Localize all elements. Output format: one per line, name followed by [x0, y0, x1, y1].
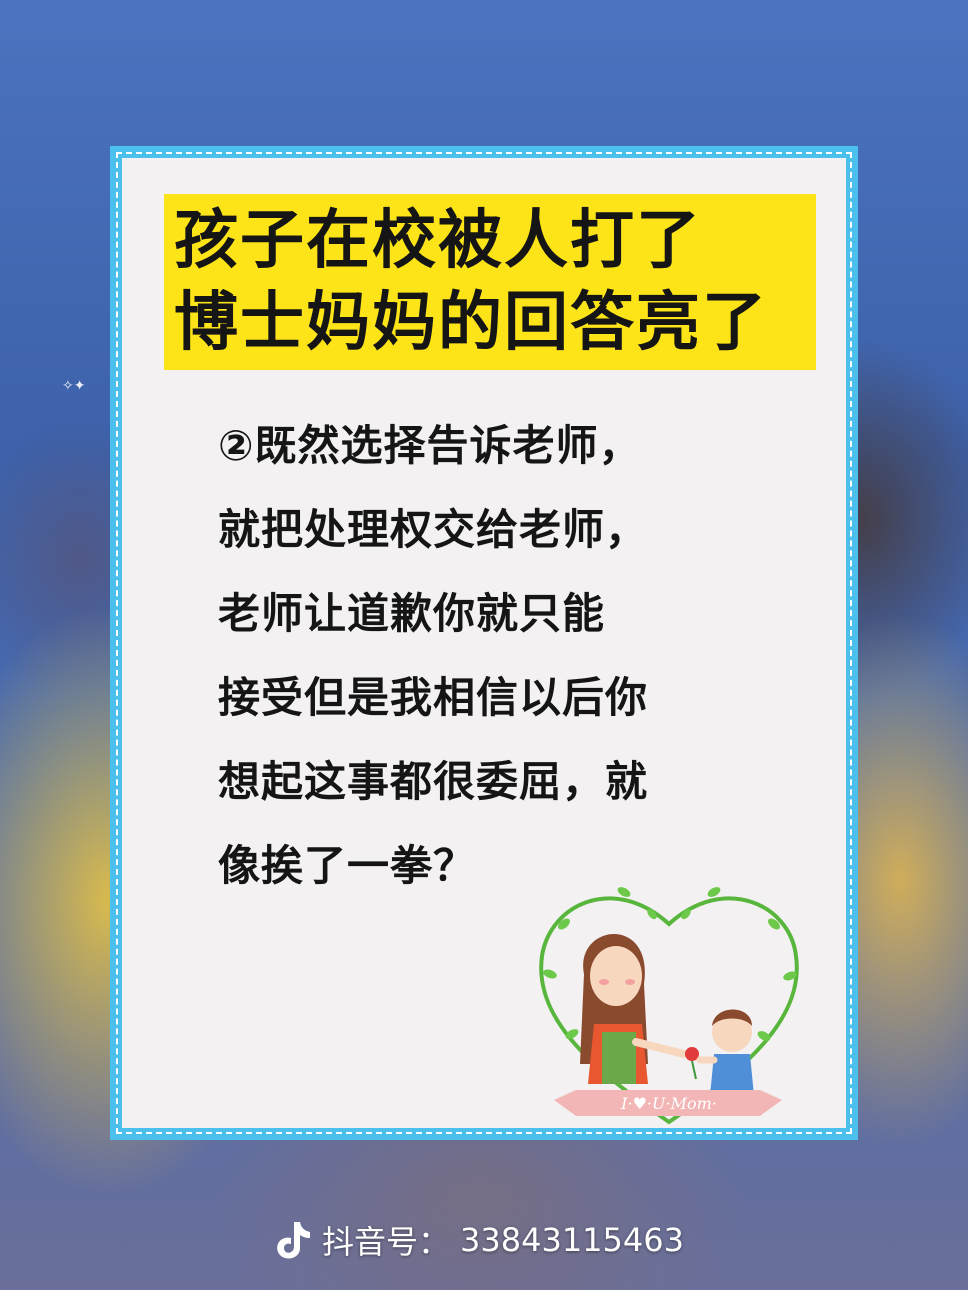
title-line-1: 孩子在校被人打了	[174, 204, 702, 278]
mother-figure	[580, 934, 688, 1084]
body-line: ②既然选择告诉老师，	[218, 421, 642, 470]
account-label: 抖音号：	[322, 1223, 451, 1261]
account-id: 33843115463	[460, 1221, 684, 1259]
ribbon-banner: I·♥·U·Mom·	[554, 1090, 782, 1116]
vine-leaves	[543, 887, 797, 1041]
body-line: 老师让道歉你就只能	[218, 589, 606, 638]
body-line: 就把处理权交给老师，	[218, 505, 649, 554]
title-highlight: 孩子在校被人打了 博士妈妈的回答亮了	[164, 194, 816, 370]
body-line: 想起这事都很委屈，就	[218, 757, 649, 806]
flower-icon	[685, 1047, 699, 1080]
title-line-2: 博士妈妈的回答亮了	[174, 286, 768, 360]
content-card: 孩子在校被人打了 博士妈妈的回答亮了 ②既然选择告诉老师， 就把处理权交给老师，…	[110, 146, 858, 1140]
ribbon-text: I·♥·U·Mom·	[620, 1094, 717, 1113]
mother-child-illustration: I·♥·U·Mom·	[539, 887, 799, 1125]
heart-vine	[539, 896, 799, 1125]
body-text: ②既然选择告诉老师， 就把处理权交给老师， 老师让道歉你就只能 接受但是我相信以…	[218, 404, 778, 908]
body-line: 接受但是我相信以后你	[218, 673, 649, 722]
douyin-logo-icon	[277, 1222, 310, 1259]
child-figure	[696, 1009, 754, 1096]
account-footer: 抖音号： 33843115463	[272, 1214, 684, 1266]
sparkle-decoration-icon: ✧✦	[62, 378, 86, 394]
